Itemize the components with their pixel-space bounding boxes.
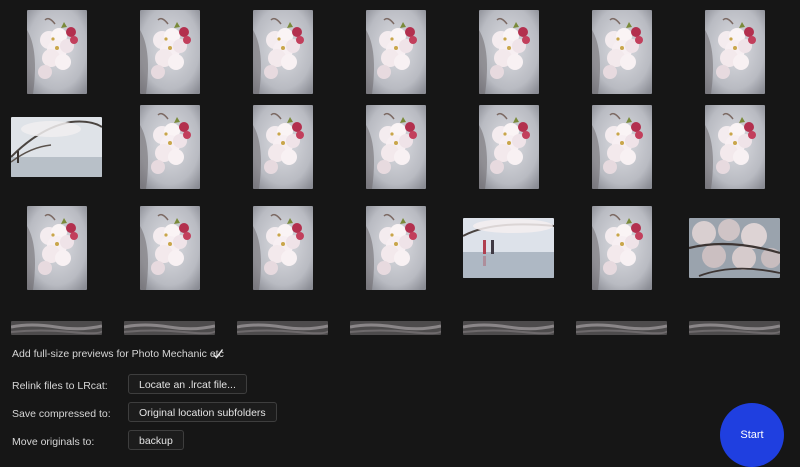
photo-thumbnail[interactable] — [26, 206, 87, 290]
photo-thumbnail[interactable] — [11, 117, 102, 177]
photo-thumbnail[interactable] — [591, 105, 652, 189]
photo-thumbnail[interactable] — [252, 105, 313, 189]
photo-thumbnail[interactable] — [139, 206, 200, 290]
previews-label: Add full-size previews for Photo Mechani… — [12, 348, 224, 360]
photo-thumbnail[interactable] — [478, 105, 539, 189]
move-originals-label: Move originals to: — [12, 436, 95, 448]
photo-thumbnail[interactable] — [139, 10, 200, 94]
photo-thumbnail[interactable] — [591, 10, 652, 94]
photo-thumbnail[interactable] — [26, 10, 87, 94]
photo-thumbnail[interactable] — [576, 321, 667, 335]
photo-thumbnail[interactable] — [478, 10, 539, 94]
photo-thumbnail[interactable] — [704, 105, 765, 189]
photo-grid — [0, 0, 800, 338]
photo-thumbnail[interactable] — [252, 206, 313, 290]
photo-thumbnail[interactable] — [124, 321, 215, 335]
photo-thumbnail[interactable] — [365, 206, 426, 290]
photo-thumbnail[interactable] — [704, 10, 765, 94]
photo-thumbnail[interactable] — [463, 218, 554, 278]
save-compressed-label: Save compressed to: — [12, 408, 111, 420]
photo-thumbnail[interactable] — [689, 218, 780, 278]
photo-thumbnail[interactable] — [237, 321, 328, 335]
photo-thumbnail[interactable] — [252, 10, 313, 94]
relink-label: Relink files to LRcat: — [12, 380, 108, 392]
photo-thumbnail[interactable] — [365, 10, 426, 94]
photo-thumbnail[interactable] — [591, 206, 652, 290]
photo-thumbnail[interactable] — [139, 105, 200, 189]
photo-thumbnail[interactable] — [463, 321, 554, 335]
start-button[interactable]: Start — [720, 403, 784, 467]
photo-thumbnail[interactable] — [365, 105, 426, 189]
photo-thumbnail[interactable] — [11, 321, 102, 335]
photo-thumbnail[interactable] — [350, 321, 441, 335]
relink-lrcat-button[interactable]: Locate an .lrcat file... — [128, 374, 247, 394]
options-panel: Add full-size previews for Photo Mechani… — [0, 338, 800, 450]
photo-thumbnail[interactable] — [689, 321, 780, 335]
checkmark-icon — [213, 349, 224, 359]
save-compressed-select[interactable]: Original location subfolders — [128, 402, 277, 422]
move-originals-input[interactable]: backup — [128, 430, 184, 450]
previews-checkbox[interactable] — [212, 347, 224, 359]
